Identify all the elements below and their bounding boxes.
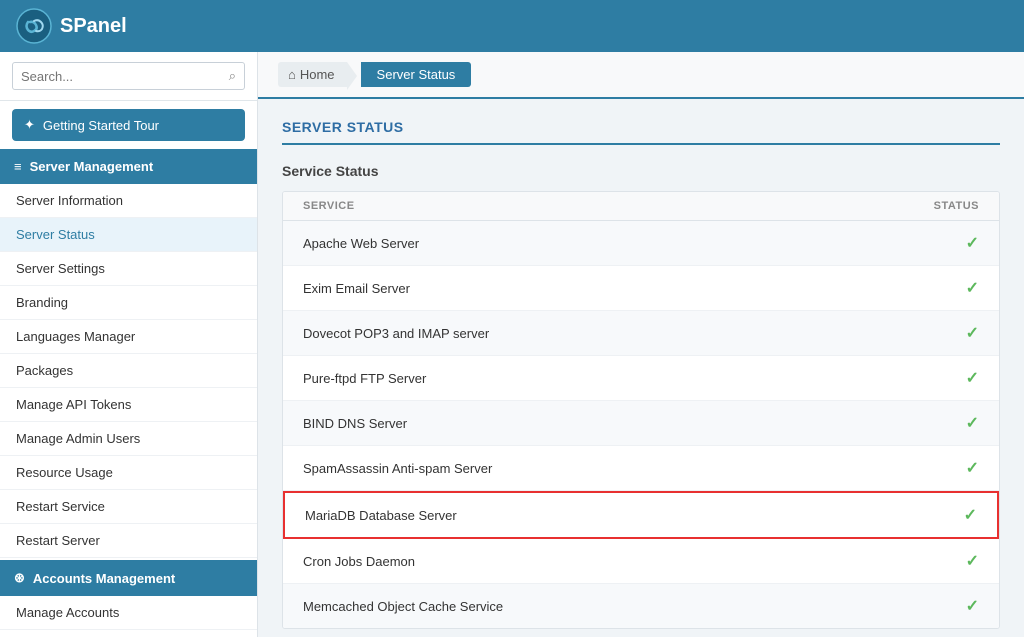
- service-name: Memcached Object Cache Service: [303, 599, 503, 614]
- status-check-icon: ✓: [966, 458, 979, 478]
- table-row: BIND DNS Server ✓: [283, 401, 999, 446]
- sidebar-item-packages[interactable]: Packages: [0, 354, 257, 388]
- sidebar-item-manage-accounts[interactable]: Manage Accounts: [0, 596, 257, 630]
- getting-started-icon: ✦: [24, 117, 35, 133]
- content-area: ⌂ Home Server Status SERVER STATUS Servi…: [258, 52, 1024, 637]
- table-row-highlighted: MariaDB Database Server ✓: [283, 491, 999, 539]
- service-name: Exim Email Server: [303, 281, 410, 296]
- app-title: SPanel: [60, 15, 127, 38]
- table-row: Memcached Object Cache Service ✓: [283, 584, 999, 628]
- status-check-icon: ✓: [966, 368, 979, 388]
- table-row: SpamAssassin Anti-spam Server ✓: [283, 446, 999, 491]
- page-title: SERVER STATUS: [282, 119, 1000, 145]
- service-name: Cron Jobs Daemon: [303, 554, 415, 569]
- logo: SPanel: [16, 8, 127, 44]
- sidebar-item-branding[interactable]: Branding: [0, 286, 257, 320]
- status-check-icon: ✓: [966, 323, 979, 343]
- page-content: SERVER STATUS Service Status SERVICE STA…: [258, 99, 1024, 637]
- sidebar-item-server-status[interactable]: Server Status: [0, 218, 257, 252]
- breadcrumb-home-label: Home: [300, 67, 335, 82]
- accounts-management-label: Accounts Management: [33, 571, 175, 586]
- sidebar-item-create-new-account[interactable]: Create a New Account: [0, 630, 257, 637]
- breadcrumb-current-label: Server Status: [377, 67, 456, 82]
- table-row: Exim Email Server ✓: [283, 266, 999, 311]
- service-name: Apache Web Server: [303, 236, 419, 251]
- status-check-icon: ✓: [964, 505, 977, 525]
- sidebar: ⌕ ✦ Getting Started Tour ≡ Server Manage…: [0, 52, 258, 637]
- service-table: SERVICE STATUS Apache Web Server ✓ Exim …: [282, 191, 1000, 629]
- accounts-management-section: ⊛ Accounts Management: [0, 560, 257, 596]
- accounts-management-icon: ⊛: [14, 570, 25, 586]
- service-name: Dovecot POP3 and IMAP server: [303, 326, 489, 341]
- service-name: MariaDB Database Server: [305, 508, 457, 523]
- breadcrumb-current: Server Status: [361, 62, 472, 87]
- search-box: ⌕: [0, 52, 257, 101]
- breadcrumb-bar: ⌂ Home Server Status: [258, 52, 1024, 99]
- sidebar-item-server-settings[interactable]: Server Settings: [0, 252, 257, 286]
- status-check-icon: ✓: [966, 278, 979, 298]
- sidebar-item-manage-admin-users[interactable]: Manage Admin Users: [0, 422, 257, 456]
- spanel-logo-icon: [16, 8, 52, 44]
- table-header: SERVICE STATUS: [283, 192, 999, 221]
- table-row: Apache Web Server ✓: [283, 221, 999, 266]
- section-subtitle: Service Status: [282, 163, 1000, 179]
- service-name: BIND DNS Server: [303, 416, 407, 431]
- search-icon: ⌕: [229, 68, 236, 84]
- sidebar-item-server-information[interactable]: Server Information: [0, 184, 257, 218]
- col-status: STATUS: [934, 200, 979, 212]
- main-layout: ⌕ ✦ Getting Started Tour ≡ Server Manage…: [0, 52, 1024, 637]
- home-icon: ⌂: [288, 67, 296, 82]
- header: SPanel: [0, 0, 1024, 52]
- status-check-icon: ✓: [966, 596, 979, 616]
- search-input-wrapper[interactable]: ⌕: [12, 62, 245, 90]
- server-management-section: ≡ Server Management: [0, 149, 257, 184]
- breadcrumb-home[interactable]: ⌂ Home: [278, 62, 347, 87]
- sidebar-item-restart-service[interactable]: Restart Service: [0, 490, 257, 524]
- status-check-icon: ✓: [966, 551, 979, 571]
- status-check-icon: ✓: [966, 413, 979, 433]
- sidebar-item-restart-server[interactable]: Restart Server: [0, 524, 257, 558]
- service-name: Pure-ftpd FTP Server: [303, 371, 426, 386]
- getting-started-button[interactable]: ✦ Getting Started Tour: [12, 109, 245, 141]
- getting-started-label: Getting Started Tour: [43, 118, 159, 133]
- search-input[interactable]: [21, 69, 229, 84]
- sidebar-item-resource-usage[interactable]: Resource Usage: [0, 456, 257, 490]
- service-name: SpamAssassin Anti-spam Server: [303, 461, 492, 476]
- col-service: SERVICE: [303, 200, 355, 212]
- server-management-icon: ≡: [14, 159, 22, 174]
- sidebar-item-manage-api-tokens[interactable]: Manage API Tokens: [0, 388, 257, 422]
- status-check-icon: ✓: [966, 233, 979, 253]
- table-row: Pure-ftpd FTP Server ✓: [283, 356, 999, 401]
- table-row: Dovecot POP3 and IMAP server ✓: [283, 311, 999, 356]
- table-row: Cron Jobs Daemon ✓: [283, 539, 999, 584]
- sidebar-item-languages-manager[interactable]: Languages Manager: [0, 320, 257, 354]
- server-management-label: Server Management: [30, 159, 154, 174]
